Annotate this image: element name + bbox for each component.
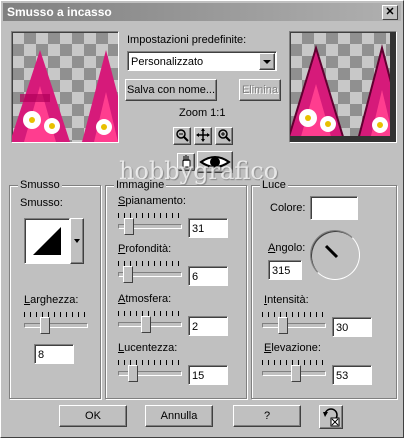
immagine-group: Immagine Spianamento: 31 Profondità: 6 A… <box>105 179 247 399</box>
luce-group-title: Luce <box>260 179 288 191</box>
bevel-shape-preview <box>33 227 61 255</box>
angle-dial-needle <box>324 244 339 259</box>
reset-icon <box>323 408 340 427</box>
close-button[interactable]: ✕ <box>382 5 398 20</box>
colore-label: Colore: <box>270 202 306 214</box>
presets-dropdown-button[interactable] <box>259 53 275 70</box>
zoom-out-button[interactable] <box>173 127 191 145</box>
spianamento-input[interactable]: 31 <box>188 218 228 238</box>
elevazione-slider[interactable] <box>262 360 326 382</box>
larghezza-label: Larghezza: <box>24 294 79 306</box>
zoom-label: Zoom 1:1 <box>179 107 226 119</box>
zoom-in-button[interactable] <box>215 127 233 145</box>
larghezza-input[interactable]: 8 <box>34 344 74 364</box>
immagine-group-title: Immagine <box>114 179 167 191</box>
spianamento-label: Spianamento: <box>118 195 186 207</box>
result-preview-image <box>290 32 396 142</box>
reset-button[interactable] <box>319 405 343 429</box>
atmosfera-input[interactable]: 2 <box>188 316 228 336</box>
delete-preset-label: Elimina <box>241 84 279 96</box>
save-as-label: Salva con nome... <box>126 84 216 96</box>
result-preview[interactable] <box>289 31 397 143</box>
move-icon <box>196 128 210 142</box>
pan-button[interactable] <box>194 127 212 145</box>
profondita-slider[interactable] <box>118 261 182 283</box>
presets-selected-value: Personalizzato <box>131 56 204 68</box>
chevron-down-icon <box>74 239 80 243</box>
window-title: Smusso a incasso <box>7 5 112 19</box>
smusso-group-title: Smusso <box>18 179 62 191</box>
larghezza-slider[interactable] <box>24 312 88 334</box>
presets-label: Impostazioni predefinite: <box>127 34 247 46</box>
lucentezza-label: Lucentezza: <box>118 342 178 354</box>
title-bar[interactable]: Smusso a incasso ✕ <box>3 3 401 21</box>
save-as-button[interactable]: Salva con nome... <box>125 79 217 101</box>
smusso-group: Smusso Smusso: Larghezza: 8 <box>9 179 101 399</box>
bevel-shape-picker[interactable] <box>24 218 70 264</box>
angolo-input[interactable]: 315 <box>268 260 302 280</box>
elevazione-input[interactable]: 53 <box>332 365 372 385</box>
atmosfera-label: Atmosfera: <box>118 293 172 305</box>
dialog-window: Smusso a incasso ✕ Impostazioni predefin… <box>0 0 404 438</box>
zoom-in-icon <box>218 129 231 142</box>
zoom-out-icon <box>176 129 189 142</box>
angolo-label: Angolo: <box>268 242 306 254</box>
presets-select[interactable]: Personalizzato <box>127 51 277 71</box>
elevazione-label: Elevazione: <box>264 342 321 354</box>
original-preview-image <box>12 50 118 142</box>
angle-dial[interactable] <box>310 230 360 280</box>
cancel-button[interactable]: Annulla <box>145 405 213 427</box>
ok-button[interactable]: OK <box>59 405 127 427</box>
cancel-label: Annulla <box>160 410 198 422</box>
spianamento-slider[interactable] <box>118 213 182 235</box>
delete-preset-button[interactable]: Elimina <box>239 79 281 101</box>
smusso-label: Smusso: <box>20 197 63 209</box>
help-button[interactable]: ? <box>233 405 301 427</box>
luce-group: Luce Colore: Angolo: 315 Intensità: 30 E… <box>251 179 397 399</box>
profondita-label: Profondità: <box>118 243 172 255</box>
atmosfera-slider[interactable] <box>118 311 182 333</box>
chevron-down-icon <box>263 60 271 64</box>
ok-label: OK <box>85 410 101 422</box>
lucentezza-slider[interactable] <box>118 360 182 382</box>
original-preview[interactable] <box>11 31 119 143</box>
bevel-shape-dropdown-button[interactable] <box>70 218 84 264</box>
intensita-input[interactable]: 30 <box>332 317 372 337</box>
intensita-slider[interactable] <box>262 312 326 334</box>
lucentezza-input[interactable]: 15 <box>188 365 228 385</box>
intensita-label: Intensità: <box>264 294 309 306</box>
profondita-input[interactable]: 6 <box>188 266 228 286</box>
light-color-swatch[interactable] <box>310 196 358 220</box>
help-label: ? <box>263 410 271 422</box>
